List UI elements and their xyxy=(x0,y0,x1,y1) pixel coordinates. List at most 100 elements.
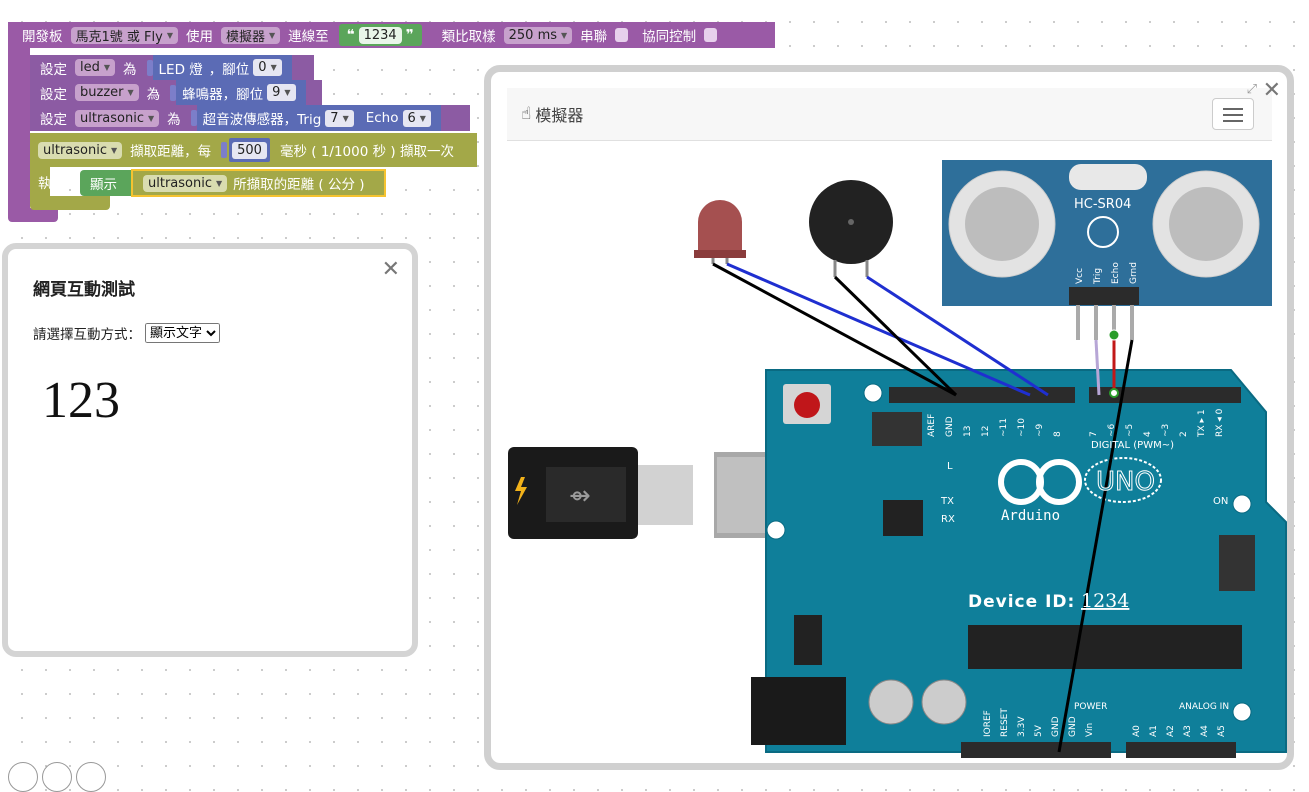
led-component-label: LED 燈 xyxy=(158,61,203,78)
display-value: 123 xyxy=(42,372,120,429)
led-var-dropdown[interactable]: led ▼ xyxy=(75,59,116,76)
device-string-block[interactable]: ❝ 1234 ❞ xyxy=(338,24,422,46)
pin-label-top: 8 xyxy=(1053,431,1063,437)
dropdown-arrow-icon: ▼ xyxy=(215,178,223,188)
usb-icon: ⇴ xyxy=(569,481,591,511)
buzzer-var-dropdown[interactable]: buzzer ▼ xyxy=(75,84,139,101)
as-label: 為 xyxy=(146,86,161,103)
device-id-input[interactable]: 1234 xyxy=(358,26,402,44)
zoom-reset-icon[interactable] xyxy=(8,762,38,792)
pin-label-top: 12 xyxy=(981,426,991,437)
interaction-select[interactable]: 顯示文字 xyxy=(145,323,220,343)
pin-label-top: ~9 xyxy=(1035,423,1045,437)
pin-label-top: 2 xyxy=(1179,431,1189,437)
pin-label-top: ~5 xyxy=(1125,424,1135,437)
set-label: 設定 xyxy=(40,112,67,128)
ultrasonic-component-block[interactable]: 超音波傳感器，Trig 7 ▼ Echo 6 ▼ xyxy=(196,105,441,131)
echo-pin-dropdown[interactable]: 6 ▼ xyxy=(402,109,431,127)
block-connector xyxy=(221,142,228,158)
serial-checkbox[interactable] xyxy=(615,28,629,42)
distance-value-block[interactable]: ultrasonic ▼ 所擷取的距離 ( 公分 ) xyxy=(131,169,386,197)
sensor-pin-vcc: Vcc xyxy=(1075,268,1085,284)
as-label: 為 xyxy=(167,112,181,128)
pin-label-power: GND xyxy=(1068,716,1078,737)
pin-label-analog: A1 xyxy=(1149,725,1159,737)
buzzer-component-label: 蜂鳴器，腳位 xyxy=(182,86,264,103)
interaction-select-label: 請選擇互動方式： xyxy=(33,327,141,343)
buzzer-component-block[interactable]: 蜂鳴器，腳位 9 ▼ xyxy=(176,80,306,105)
set-ultrasonic-block[interactable]: 設定 ultrasonic ▼ 為 超音波傳感器，Trig 7 ▼ Echo 6 ▼ xyxy=(30,105,470,131)
sensor-pin-echo: Echo xyxy=(1111,262,1121,284)
board-block[interactable]: 開發板 馬克1號 或 Fly ▼ 使用 模擬器 ▼ 連線至 ❝ 1234 ❞ 類比取… xyxy=(8,22,775,48)
led-component-block[interactable]: LED 燈 ，腳位 0 ▼ xyxy=(152,55,292,80)
board-dropdown[interactable]: 馬克1號 或 Fly ▼ xyxy=(70,26,178,45)
pin-label-top: RX ◂ 0 xyxy=(1215,408,1225,437)
uno-label: UNO xyxy=(1096,467,1155,497)
pin-label-top: TX ▸ 1 xyxy=(1197,409,1207,438)
distance-var-dropdown[interactable]: ultrasonic ▼ xyxy=(143,174,228,192)
pin-label-power: IOREF xyxy=(983,710,993,737)
digital-label: DIGITAL (PWM~) xyxy=(1091,440,1174,451)
show-block[interactable]: 顯示 xyxy=(80,170,138,196)
board-label: 開發板 xyxy=(22,29,63,45)
set-label: 設定 xyxy=(40,86,67,103)
zoom-out-icon[interactable] xyxy=(76,762,106,792)
sensor-name: HC-SR04 xyxy=(1074,197,1131,212)
buzzer-pin-dropdown[interactable]: 9 ▼ xyxy=(267,84,296,101)
buzzer-component xyxy=(809,180,893,277)
pin-label-top: 4 xyxy=(1143,431,1153,437)
on-label: ON xyxy=(1213,496,1228,507)
ultrasonic-read-var-dropdown[interactable]: ultrasonic ▼ xyxy=(38,141,123,159)
dropdown-arrow-icon: ▼ xyxy=(419,113,426,123)
power-label: POWER xyxy=(1074,702,1107,712)
dropdown-arrow-icon: ▼ xyxy=(127,88,134,97)
show-label: 顯示 xyxy=(90,177,117,193)
ultrasonic-read-foot xyxy=(30,196,110,210)
zoom-in-icon[interactable] xyxy=(42,762,72,792)
led-component xyxy=(694,200,746,264)
sample-label: 類比取樣 xyxy=(441,29,496,45)
ultrasonic-component-label: 超音波傳感器，Trig xyxy=(202,112,322,128)
pin-label-analog: A2 xyxy=(1166,725,1176,737)
echo-label: Echo xyxy=(365,110,399,126)
dropdown-arrow-icon: ▼ xyxy=(147,113,155,123)
pin-label-analog: A3 xyxy=(1183,725,1193,737)
set-buzzer-block[interactable]: 設定 buzzer ▼ 為 蜂鳴器，腳位 9 ▼ xyxy=(30,80,322,105)
serial-label: 串聯 xyxy=(580,29,608,45)
web-panel-title: 網頁互動測試 xyxy=(33,280,135,300)
led-pin-dropdown[interactable]: 0 ▼ xyxy=(253,59,282,76)
led-rx-label: RX xyxy=(941,514,955,525)
led-tx-label: TX xyxy=(940,496,954,507)
interval-input[interactable]: 500 xyxy=(232,141,267,159)
exec-label-wrap: 執行 xyxy=(38,172,65,192)
pin-label-top: AREF xyxy=(927,414,937,437)
ultrasonic-var-dropdown[interactable]: ultrasonic ▼ xyxy=(75,109,160,127)
pin-label-top: ~10 xyxy=(1017,418,1027,437)
device-id-label: Device ID: xyxy=(968,592,1075,612)
interval-number-block[interactable]: 500 xyxy=(229,138,270,162)
pin-label-top: GND xyxy=(945,416,955,437)
collab-checkbox[interactable] xyxy=(704,28,718,42)
trig-pin-dropdown[interactable]: 7 ▼ xyxy=(325,109,354,127)
pin-label-top: 7 xyxy=(1089,431,1099,437)
dropdown-arrow-icon: ▼ xyxy=(342,113,349,123)
set-label: 設定 xyxy=(40,61,67,78)
pin-label-power: 3.3V xyxy=(1017,716,1027,737)
ultrasonic-read-block[interactable]: ultrasonic ▼ 擷取距離，每 500 毫秒 ( 1/1000 秒 ) 擷… xyxy=(30,133,477,167)
led-l-label: L xyxy=(947,461,953,472)
circuit-canvas: ⇴ HC-SR04 Vcc Trig Echo Grnd DIGITAL (PW… xyxy=(508,160,1287,758)
connect-label: 連線至 xyxy=(288,29,329,45)
pin-label: ，腳位 xyxy=(208,61,250,78)
set-led-block[interactable]: 設定 led ▼ 為 LED 燈 ，腳位 0 ▼ xyxy=(30,55,314,80)
pin-label-top: ~6 xyxy=(1107,423,1117,437)
pin-label-analog: A5 xyxy=(1217,725,1227,737)
sample-dropdown[interactable]: 250 ms ▼ xyxy=(503,26,573,44)
dropdown-arrow-icon: ▼ xyxy=(284,88,291,97)
use-label: 使用 xyxy=(185,29,213,45)
mode-dropdown[interactable]: 模擬器 ▼ xyxy=(220,26,281,45)
device-id-value: 1234 xyxy=(1081,590,1129,612)
pin-label-analog: A4 xyxy=(1200,725,1210,737)
sensor-pin-trig: Trig xyxy=(1093,268,1103,285)
close-icon[interactable]: ✕ xyxy=(382,257,400,282)
distance-label: 所擷取的距離 ( 公分 ) xyxy=(233,177,365,193)
